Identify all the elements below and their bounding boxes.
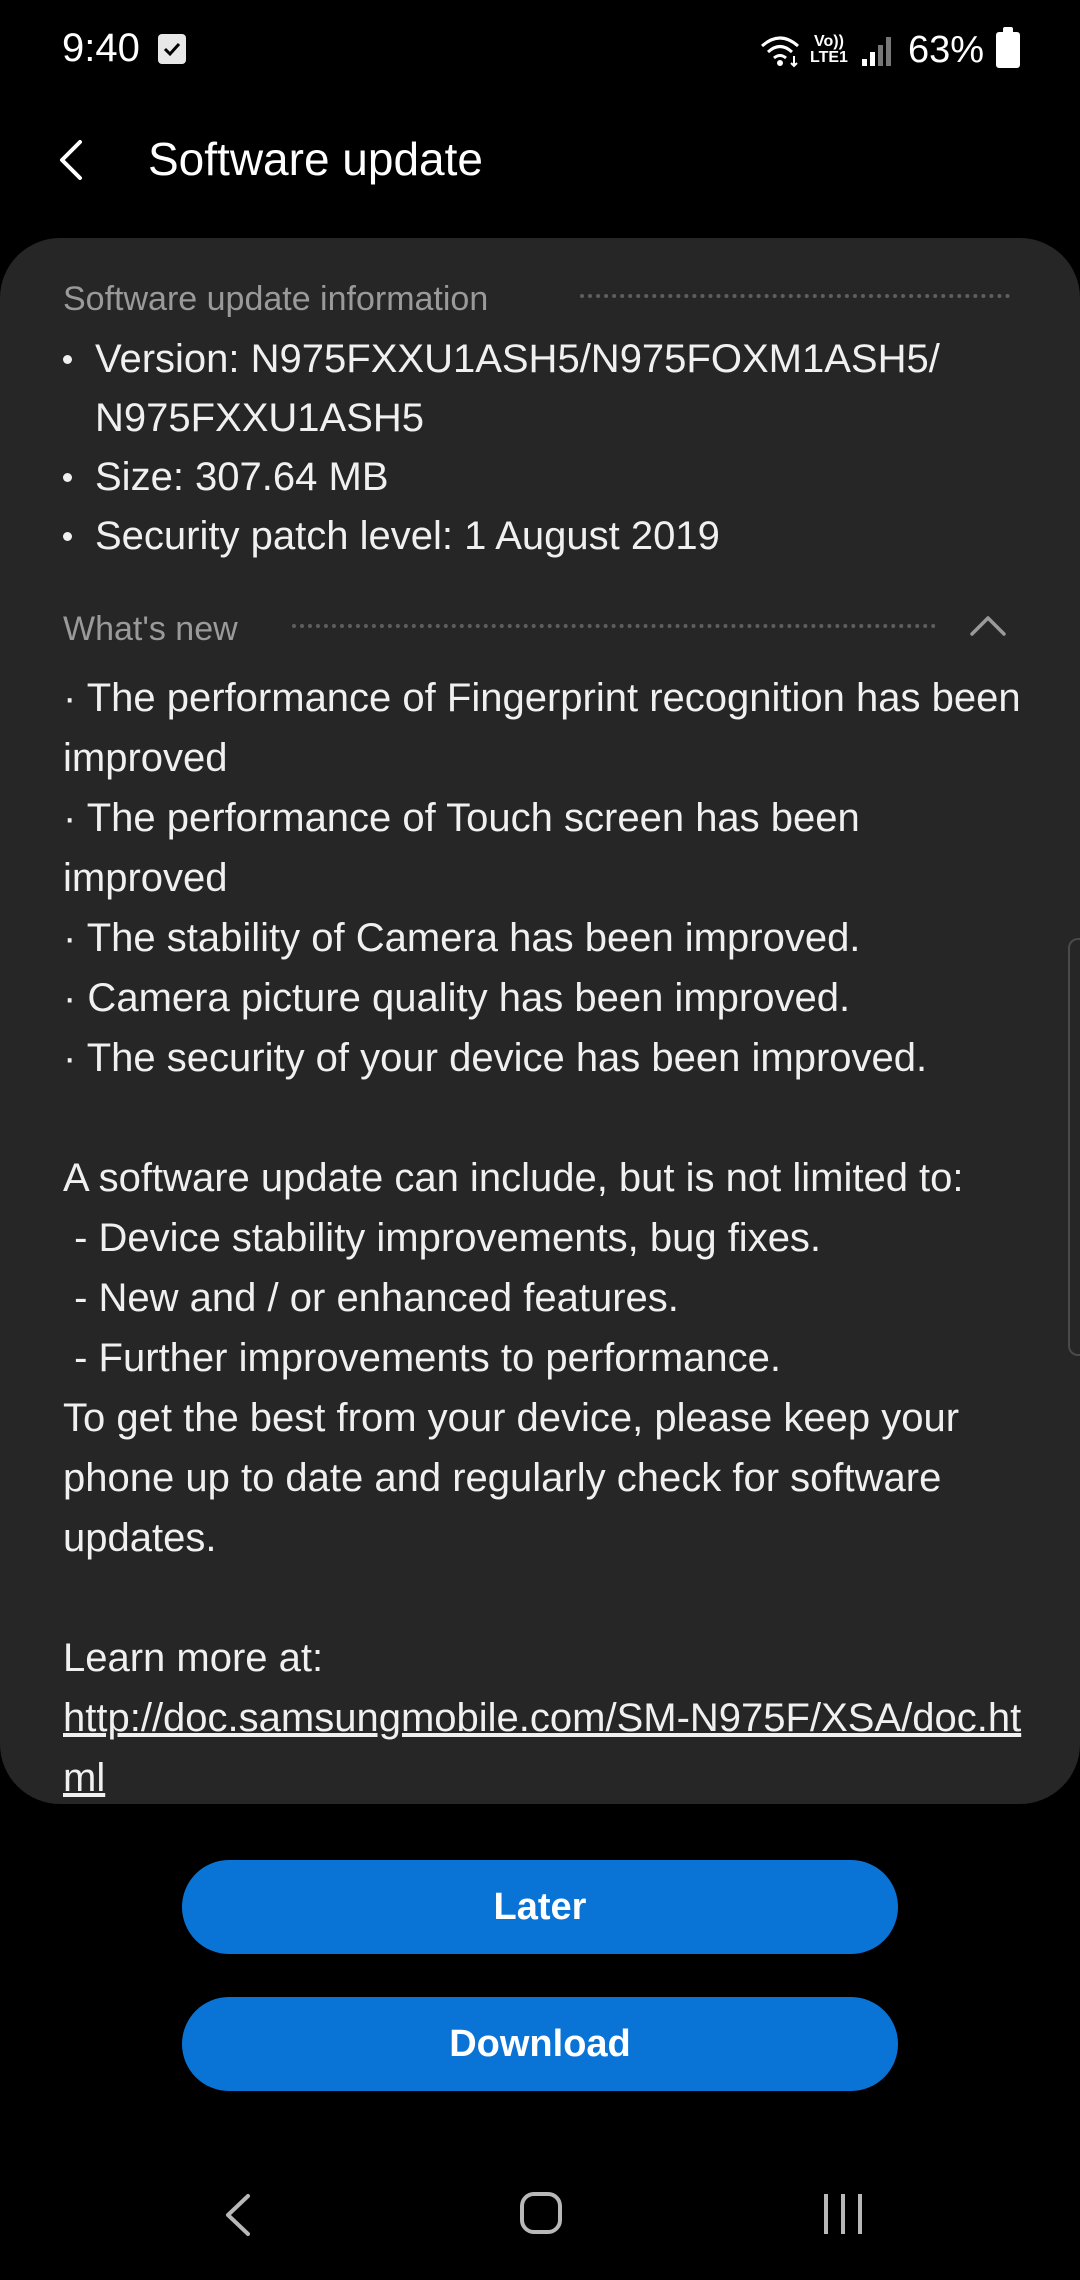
info-item-size: Size: 307.64 MB	[63, 448, 1023, 507]
change-item: · Camera picture quality has been improv…	[63, 976, 851, 1020]
info-list: Version: N975FXXU1ASH5/N975FOXM1ASH5/ N9…	[63, 330, 1023, 566]
general-intro: A software update can include, but is no…	[63, 1156, 964, 1200]
page-title: Software update	[148, 133, 484, 185]
change-item: · The performance of Touch screen has be…	[63, 796, 860, 900]
whats-new-header[interactable]: What's new	[63, 610, 238, 649]
info-item-version: Version: N975FXXU1ASH5/N975FOXM1ASH5/ N9…	[63, 330, 1023, 448]
screen: 9:40 Vo)) LTE1 63% Software update Softw…	[0, 0, 1080, 2280]
back-arrow-icon	[60, 140, 82, 180]
header-divider	[580, 294, 1010, 298]
general-item: - New and / or enhanced features.	[63, 1276, 679, 1320]
whats-new-body: · The performance of Fingerprint recogni…	[63, 668, 1023, 1804]
info-section-title: Software update information	[63, 280, 489, 318]
nav-home-icon[interactable]	[518, 2190, 564, 2236]
keep-updated-text: To get the best from your device, please…	[63, 1396, 960, 1560]
status-bar: 9:40 Vo)) LTE1 63%	[0, 0, 1080, 100]
whats-new-title: What's new	[63, 610, 238, 648]
general-item: - Device stability improvements, bug fix…	[63, 1216, 822, 1260]
general-item: - Further improvements to performance.	[63, 1336, 782, 1380]
navigation-bar	[0, 2150, 1080, 2280]
info-item-security-patch: Security patch level: 1 August 2019	[63, 507, 1023, 566]
info-section-header: Software update information	[63, 280, 488, 319]
status-icons: Vo)) LTE1 63%	[758, 26, 1020, 74]
scrollbar[interactable]	[1068, 938, 1080, 1356]
update-details-card[interactable]: Software update information Version: N97…	[0, 238, 1080, 1804]
whats-new-divider	[292, 624, 936, 628]
change-item: · The performance of Fingerprint recogni…	[63, 676, 1021, 780]
volte-line1: Vo))	[814, 33, 844, 50]
battery-percentage: 63%	[907, 28, 984, 71]
back-button[interactable]	[44, 130, 104, 190]
nav-back-icon[interactable]	[218, 2190, 258, 2240]
checkbox-notification-icon	[158, 34, 186, 64]
nav-recent-apps-icon[interactable]	[820, 2192, 866, 2236]
status-time: 9:40	[62, 26, 140, 70]
app-bar: Software update	[0, 110, 1080, 210]
battery-icon	[996, 27, 1020, 68]
download-button[interactable]: Download	[182, 1997, 898, 2091]
chevron-up-icon[interactable]	[968, 610, 1008, 640]
volte-indicator: Vo)) LTE1	[810, 34, 848, 66]
volte-line2: LTE1	[810, 49, 848, 66]
signal-icon	[861, 37, 891, 66]
later-button[interactable]: Later	[182, 1860, 898, 1954]
change-item: · The security of your device has been i…	[63, 1036, 928, 1080]
change-item: · The stability of Camera has been impro…	[63, 916, 861, 960]
learn-more-link[interactable]: http://doc.samsungmobile.com/SM-N975F/XS…	[63, 1696, 1021, 1800]
learn-more-label: Learn more at:	[63, 1636, 324, 1680]
wifi-icon	[761, 36, 799, 68]
